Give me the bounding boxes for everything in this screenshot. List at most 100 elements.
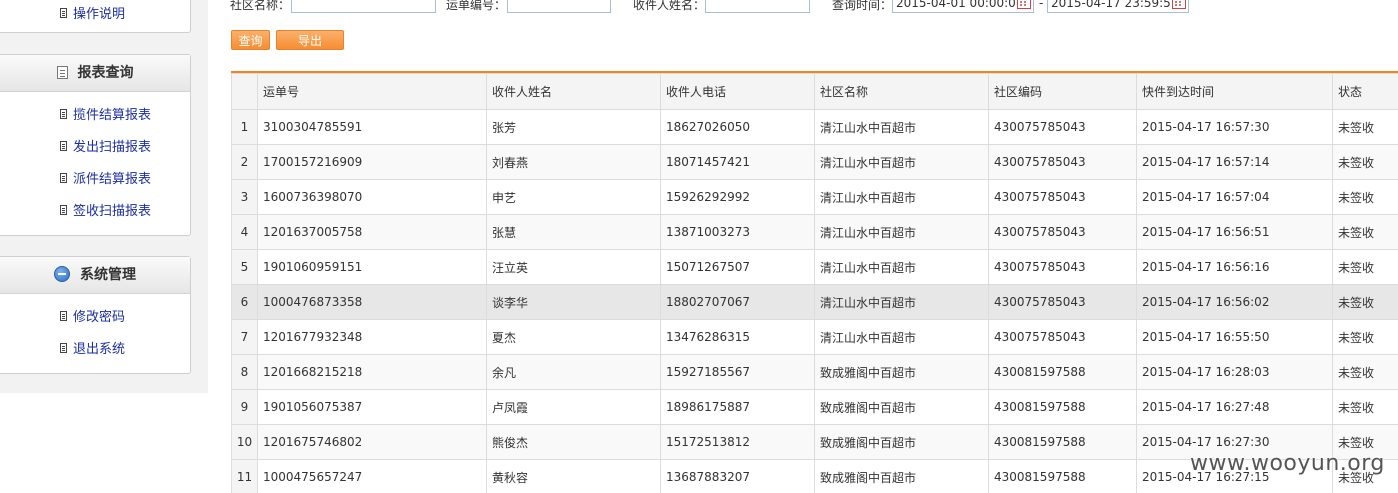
receiver-input[interactable] bbox=[705, 0, 810, 13]
sidebar-item-label: 修改密码 bbox=[73, 310, 125, 325]
row-index: 5 bbox=[232, 250, 258, 285]
sidebar-item-pickup-settlement[interactable]: 揽件结算报表 bbox=[0, 100, 190, 132]
table-cell: 卢凤霞 bbox=[487, 390, 661, 425]
table-cell: 未签收 bbox=[1333, 390, 1398, 425]
document-icon bbox=[60, 141, 67, 151]
row-index: 7 bbox=[232, 320, 258, 355]
waybill-input[interactable] bbox=[507, 0, 611, 13]
sidebar: 操作说明 报表查询 揽件结算报表 发出扫描报表 派件结算报表 签收扫描报表 系统… bbox=[0, 0, 208, 491]
table-row[interactable]: 21700157216909刘春燕18071457421清江山水中百超市4300… bbox=[232, 145, 1398, 180]
panel-title: 报表查询 bbox=[78, 65, 134, 81]
table-cell: 刘春燕 bbox=[487, 145, 661, 180]
results-table-container: 运单号收件人姓名收件人电话社区名称社区编码快件到达时间状态 1310030478… bbox=[231, 71, 1398, 493]
sidebar-item-label: 发出扫描报表 bbox=[73, 140, 151, 155]
table-cell: 430075785043 bbox=[989, 250, 1137, 285]
row-index: 3 bbox=[232, 180, 258, 215]
table-cell: 2015-04-17 16:55:50 bbox=[1137, 320, 1333, 355]
sidebar-item-change-password[interactable]: 修改密码 bbox=[0, 302, 190, 334]
results-table: 运单号收件人姓名收件人电话社区名称社区编码快件到达时间状态 1310030478… bbox=[231, 73, 1398, 493]
row-index: 6 bbox=[232, 285, 258, 320]
column-header: 社区名称 bbox=[815, 74, 989, 110]
table-cell: 1201677932348 bbox=[258, 320, 487, 355]
table-cell: 1901060959151 bbox=[258, 250, 487, 285]
sidebar-item-label: 派件结算报表 bbox=[73, 172, 151, 187]
sidebar-item-signoff-scan[interactable]: 签收扫描报表 bbox=[0, 196, 190, 228]
collapse-icon[interactable] bbox=[54, 266, 70, 282]
table-cell: 1000475657247 bbox=[258, 460, 487, 493]
table-cell: 430075785043 bbox=[989, 110, 1137, 145]
table-cell: 2015-04-17 16:56:02 bbox=[1137, 285, 1333, 320]
document-icon bbox=[60, 109, 67, 119]
table-row[interactable]: 13100304785591张芳18627026050清江山水中百超市43007… bbox=[232, 110, 1398, 145]
column-header: 快件到达时间 bbox=[1137, 74, 1333, 110]
table-cell: 未签收 bbox=[1333, 320, 1398, 355]
document-icon bbox=[60, 311, 67, 321]
table-cell: 1201668215218 bbox=[258, 355, 487, 390]
watermark: www.wooyun.org bbox=[1190, 451, 1385, 476]
sidebar-item-delivery-settlement[interactable]: 派件结算报表 bbox=[0, 164, 190, 196]
table-cell: 未签收 bbox=[1333, 180, 1398, 215]
table-cell: 未签收 bbox=[1333, 250, 1398, 285]
table-cell: 2015-04-17 16:57:30 bbox=[1137, 110, 1333, 145]
table-body: 13100304785591张芳18627026050清江山水中百超市43007… bbox=[232, 110, 1398, 493]
table-row[interactable]: 31600736398070申艺15926292992清江山水中百超市43007… bbox=[232, 180, 1398, 215]
table-row[interactable]: 51901060959151汪立英15071267507清江山水中百超市4300… bbox=[232, 250, 1398, 285]
sidebar-panel-reports: 报表查询 揽件结算报表 发出扫描报表 派件结算报表 签收扫描报表 bbox=[0, 54, 191, 236]
row-index: 8 bbox=[232, 355, 258, 390]
column-header: 收件人电话 bbox=[661, 74, 815, 110]
start-time-input[interactable] bbox=[892, 0, 1034, 13]
table-cell: 1201637005758 bbox=[258, 215, 487, 250]
community-input[interactable] bbox=[291, 0, 436, 13]
export-excel-button[interactable]: 导出Excel bbox=[276, 30, 344, 50]
table-cell: 430075785043 bbox=[989, 285, 1137, 320]
sidebar-item-help[interactable]: 操作说明 bbox=[0, 0, 190, 32]
panel-header-reports[interactable]: 报表查询 bbox=[0, 55, 190, 92]
table-cell: 430075785043 bbox=[989, 180, 1137, 215]
row-index: 11 bbox=[232, 460, 258, 493]
waybill-label: 运单编号： bbox=[446, 0, 506, 13]
sidebar-panel-system: 系统管理 修改密码 退出系统 bbox=[0, 256, 191, 374]
calendar-icon[interactable] bbox=[1017, 0, 1031, 9]
row-index: 9 bbox=[232, 390, 258, 425]
table-cell: 18802707067 bbox=[661, 285, 815, 320]
table-cell: 18986175887 bbox=[661, 390, 815, 425]
column-header: 社区编码 bbox=[989, 74, 1137, 110]
table-cell: 2015-04-17 16:56:16 bbox=[1137, 250, 1333, 285]
sidebar-item-logout[interactable]: 退出系统 bbox=[0, 334, 190, 366]
table-row[interactable]: 71201677932348夏杰13476286315清江山水中百超市43007… bbox=[232, 320, 1398, 355]
sidebar-item-label: 签收扫描报表 bbox=[73, 204, 151, 219]
table-cell: 13871003273 bbox=[661, 215, 815, 250]
table-row[interactable]: 61000476873358谈李华18802707067清江山水中百超市4300… bbox=[232, 285, 1398, 320]
table-cell: 2015-04-17 16:57:14 bbox=[1137, 145, 1333, 180]
table-cell: 张慧 bbox=[487, 215, 661, 250]
query-button[interactable]: 查询 bbox=[231, 30, 270, 50]
sidebar-item-dispatch-scan[interactable]: 发出扫描报表 bbox=[0, 132, 190, 164]
table-row[interactable]: 41201637005758张慧13871003273清江山水中百超市43007… bbox=[232, 215, 1398, 250]
panel-title: 系统管理 bbox=[80, 267, 136, 283]
table-cell: 15172513812 bbox=[661, 425, 815, 460]
table-cell: 18071457421 bbox=[661, 145, 815, 180]
table-cell: 13476286315 bbox=[661, 320, 815, 355]
sidebar-item-label: 操作说明 bbox=[73, 7, 125, 22]
table-cell: 张芳 bbox=[487, 110, 661, 145]
table-cell: 致成雅阁中百超市 bbox=[815, 460, 989, 493]
table-cell: 清江山水中百超市 bbox=[815, 250, 989, 285]
calendar-icon[interactable] bbox=[1172, 0, 1186, 9]
table-cell: 1000476873358 bbox=[258, 285, 487, 320]
table-row[interactable]: 91901056075387卢凤霞18986175887致成雅阁中百超市4300… bbox=[232, 390, 1398, 425]
report-icon bbox=[57, 66, 68, 79]
panel-header-system[interactable]: 系统管理 bbox=[0, 257, 190, 294]
end-time-input[interactable] bbox=[1047, 0, 1189, 13]
table-cell: 2015-04-17 16:27:48 bbox=[1137, 390, 1333, 425]
table-cell: 申艺 bbox=[487, 180, 661, 215]
table-cell: 3100304785591 bbox=[258, 110, 487, 145]
row-index: 4 bbox=[232, 215, 258, 250]
column-header-index bbox=[232, 74, 258, 110]
document-icon bbox=[60, 173, 67, 183]
document-icon bbox=[60, 343, 67, 353]
table-row[interactable]: 81201668215218余凡15927185567致成雅阁中百超市43008… bbox=[232, 355, 1398, 390]
table-cell: 未签收 bbox=[1333, 215, 1398, 250]
table-cell: 熊俊杰 bbox=[487, 425, 661, 460]
sidebar-item-label: 退出系统 bbox=[73, 342, 125, 357]
table-cell: 清江山水中百超市 bbox=[815, 320, 989, 355]
